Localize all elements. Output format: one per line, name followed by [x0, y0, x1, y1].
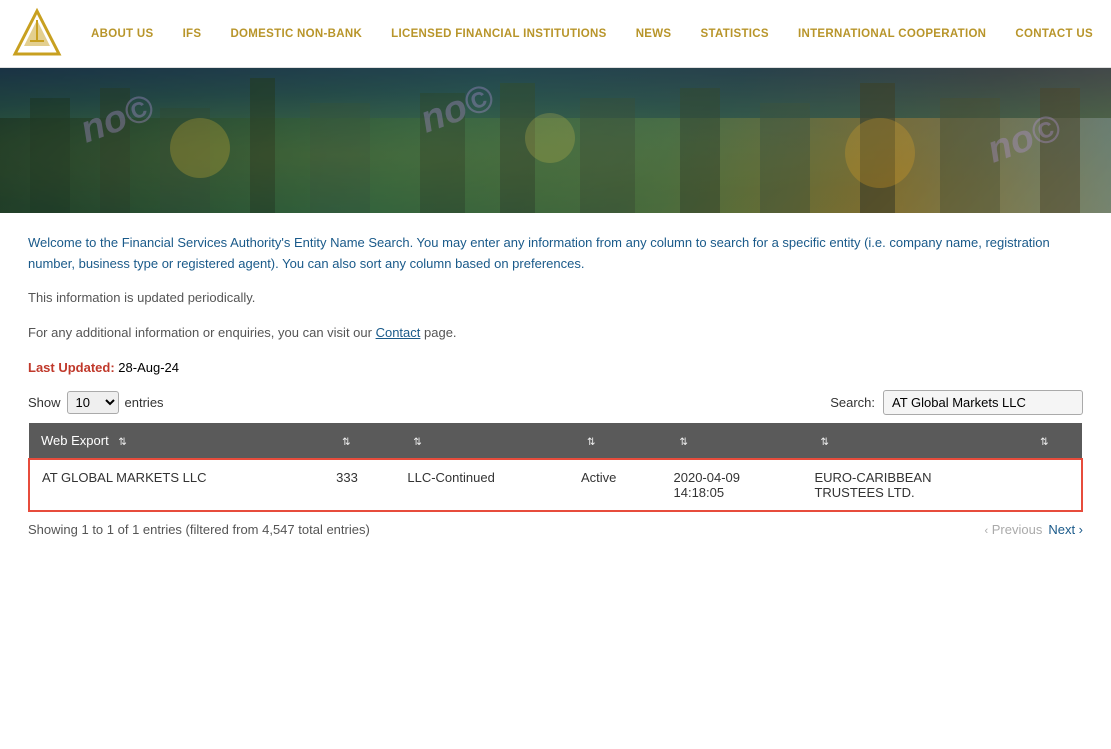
search-label: Search: [830, 395, 875, 410]
nav-statistics[interactable]: STATISTICS [693, 24, 777, 44]
col-6[interactable]: ⇅ [802, 423, 1022, 459]
last-updated-date: 28-Aug-24 [118, 360, 179, 375]
col-2[interactable]: ⇅ [324, 423, 395, 459]
sort-arrows-col7[interactable]: ⇅ [1040, 437, 1048, 448]
hero-banner: no© no© no© [0, 68, 1111, 213]
sort-arrows-col2[interactable]: ⇅ [342, 437, 350, 448]
previous-arrow: ‹ [984, 525, 988, 537]
contact-paragraph: For any additional information or enquir… [28, 325, 1083, 340]
nav-contact-us[interactable]: CONTACT US [1007, 24, 1101, 44]
update-notice: This information is updated periodically… [28, 290, 1083, 305]
previous-label: Previous [992, 522, 1043, 537]
sort-arrows-col3[interactable]: ⇅ [413, 437, 421, 448]
table-footer: Showing 1 to 1 of 1 entries (filtered fr… [28, 522, 1083, 537]
table-header-row: Web Export ⇅ ⇅ ⇅ ⇅ ⇅ ⇅ [29, 423, 1082, 459]
show-entries-control: Show 10 25 50 100 entries [28, 391, 164, 414]
contact-post-text: page. [420, 325, 456, 340]
contact-link[interactable]: Contact [376, 325, 421, 340]
col-5[interactable]: ⇅ [662, 423, 803, 459]
nav-intl-coop[interactable]: INTERNATIONAL COOPERATION [790, 24, 994, 44]
next-button[interactable]: Next › [1048, 522, 1083, 537]
last-updated: Last Updated: 28-Aug-24 [28, 360, 1083, 375]
nav-news[interactable]: NEWS [628, 24, 680, 44]
col-3[interactable]: ⇅ [395, 423, 569, 459]
cell-entity-name: AT GLOBAL MARKETS LLC [29, 459, 324, 511]
cell-reg-number: 333 [324, 459, 395, 511]
col-4[interactable]: ⇅ [569, 423, 662, 459]
sort-arrows-col5[interactable]: ⇅ [680, 437, 688, 448]
contact-pre-text: For any additional information or enquir… [28, 325, 376, 340]
show-label: Show [28, 395, 61, 410]
table-row: AT GLOBAL MARKETS LLC 333 LLC-Continued … [29, 459, 1082, 511]
nav-ifs[interactable]: IFS [175, 24, 210, 44]
col-web-export-label: Web Export [41, 433, 109, 448]
search-box: Search: [830, 390, 1083, 415]
next-label: Next › [1048, 522, 1083, 537]
hero-cityscape [0, 68, 1111, 213]
nav-domestic-non-bank[interactable]: DOMESTIC NON-BANK [222, 24, 370, 44]
sort-arrows-col1[interactable]: ⇅ [118, 437, 126, 448]
col-7[interactable]: ⇅ [1022, 423, 1082, 459]
entries-select[interactable]: 10 25 50 100 [67, 391, 119, 414]
cell-date: 2020-04-09 14:18:05 [662, 459, 803, 511]
cell-agent: EURO-CARIBBEAN TRUSTEES LTD. [802, 459, 1022, 511]
sort-arrows-col6[interactable]: ⇅ [820, 437, 828, 448]
intro-paragraph-1: Welcome to the Financial Services Author… [28, 233, 1083, 275]
logo[interactable] [10, 6, 65, 61]
col-web-export[interactable]: Web Export ⇅ [29, 423, 324, 459]
search-input[interactable] [883, 390, 1083, 415]
entity-table: Web Export ⇅ ⇅ ⇅ ⇅ ⇅ ⇅ [28, 423, 1083, 512]
pagination: ‹ Previous Next › [984, 522, 1083, 537]
navigation: ABOUT US IFS DOMESTIC NON-BANK LICENSED … [0, 0, 1111, 68]
nav-about-us[interactable]: ABOUT US [83, 24, 161, 44]
nav-items: ABOUT US IFS DOMESTIC NON-BANK LICENSED … [83, 24, 1101, 44]
nav-licensed-fi[interactable]: LICENSED FINANCIAL INSTITUTIONS [383, 24, 614, 44]
table-controls: Show 10 25 50 100 entries Search: [28, 390, 1083, 415]
previous-button[interactable]: ‹ Previous [984, 522, 1042, 537]
cell-business-type: LLC-Continued [395, 459, 569, 511]
last-updated-label: Last Updated: [28, 360, 115, 375]
main-content: Welcome to the Financial Services Author… [0, 213, 1111, 547]
entries-label: entries [125, 395, 164, 410]
cell-status: Active [569, 459, 662, 511]
showing-entries-text: Showing 1 to 1 of 1 entries (filtered fr… [28, 522, 370, 537]
cell-extra [1022, 459, 1082, 511]
sort-arrows-col4[interactable]: ⇅ [587, 437, 595, 448]
